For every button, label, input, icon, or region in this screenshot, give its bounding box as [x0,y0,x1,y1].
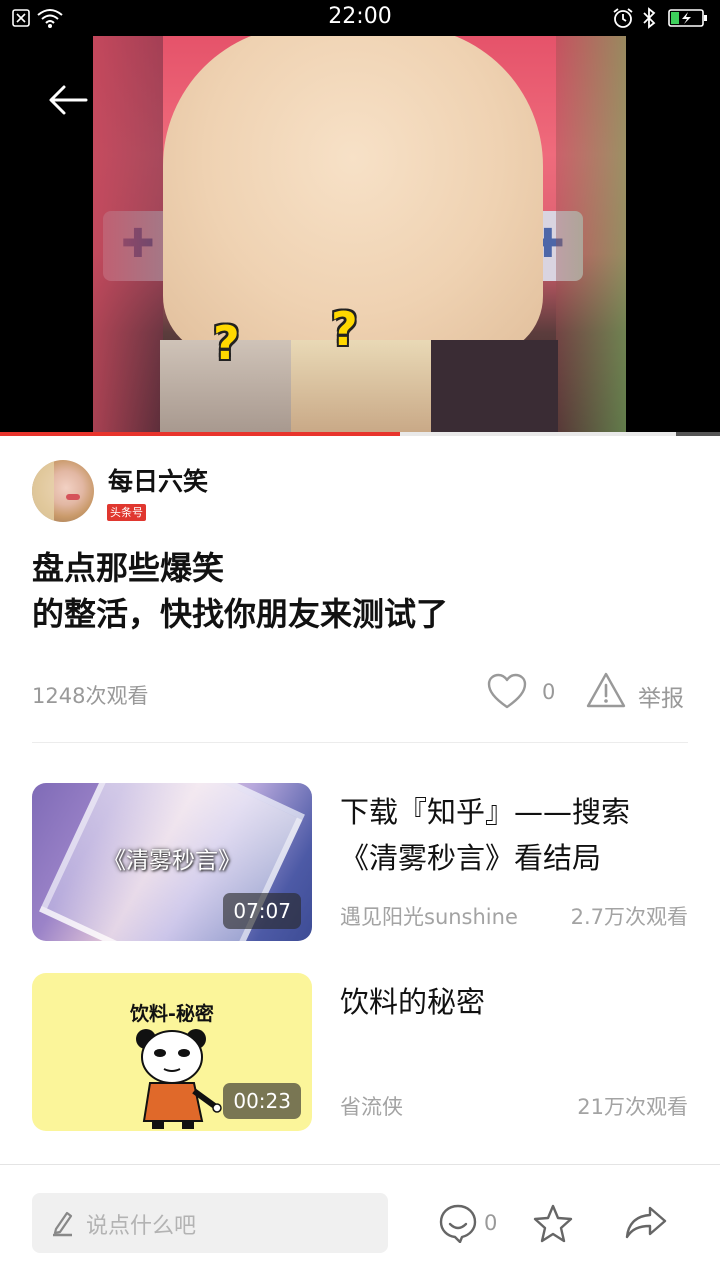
recommended-views: 2.7万次观看 [570,905,688,929]
pen-icon [53,1211,73,1237]
bluetooth-icon [643,7,656,29]
panda-meme-figure [136,1029,222,1129]
author-name[interactable]: 每日六笑 [108,462,208,498]
comment-count: 0 [484,1211,498,1235]
question-mark-left: ? [213,316,240,370]
like-count: 0 [542,680,556,704]
recommended-title[interactable]: 下载『知乎』——搜索《清雾秒言》看结局 [340,789,660,881]
video-thumbnail[interactable]: 《清雾秒言》 07:07 [32,783,312,941]
share-icon[interactable] [624,1205,668,1241]
author-avatar[interactable] [32,460,94,522]
video-thumbnail[interactable]: 饮料-秘密 00:23 [32,973,312,1131]
question-mark-right: ? [331,302,358,356]
video-title-line2: 的整活，快找你朋友来测试了 [32,595,449,633]
recommended-author: 省流侠 [340,1095,403,1119]
divider [32,742,688,743]
back-arrow-icon[interactable] [44,80,92,120]
thumbnail-caption: 《清雾秒言》 [103,848,241,874]
star-icon[interactable] [532,1203,574,1243]
recommended-video[interactable]: 《清雾秒言》 07:07 下载『知乎』——搜索《清雾秒言》看结局 遇见阳光sun… [32,783,688,943]
view-count: 1248次观看 [32,684,149,708]
recommended-author: 遇见阳光sunshine [340,905,518,929]
heart-icon[interactable] [486,672,528,712]
status-bar: 22:00 [0,0,720,36]
comment-icon[interactable] [438,1203,478,1243]
report-button[interactable]: 举报 [638,679,684,713]
progress-fill [0,432,400,436]
duration-badge: 00:23 [223,1083,301,1119]
comment-input[interactable]: 说点什么吧 [32,1193,388,1253]
recommended-views: 21万次观看 [577,1095,688,1119]
author-badge: 头条号 [107,504,146,521]
video-frame: ✚ ✚ ? ? [93,36,626,432]
comment-placeholder: 说点什么吧 [86,1214,197,1239]
alarm-icon [613,8,633,28]
duration-badge: 07:07 [223,893,301,929]
video-meta-row: 1248次观看 0 举报 [32,670,688,718]
progress-buffer [676,432,720,436]
video-title: 盘点那些爆笑 的整活，快找你朋友来测试了 [32,545,692,637]
bottom-action-bar: 说点什么吧 0 [0,1164,720,1280]
battery-charging-icon [668,9,707,27]
thumbnail-caption: 饮料-秘密 [130,1003,214,1025]
video-progress-bar[interactable] [0,432,720,436]
warning-icon[interactable] [585,670,627,710]
recommended-video[interactable]: 饮料-秘密 00:23 饮料的秘密 省流侠 21万次观看 [32,973,688,1133]
inset-right [291,340,431,432]
recommended-title[interactable]: 饮料的秘密 [340,979,660,1025]
video-title-line1: 盘点那些爆笑 [32,549,225,587]
video-player[interactable]: ✚ ✚ ? ? [0,36,720,432]
